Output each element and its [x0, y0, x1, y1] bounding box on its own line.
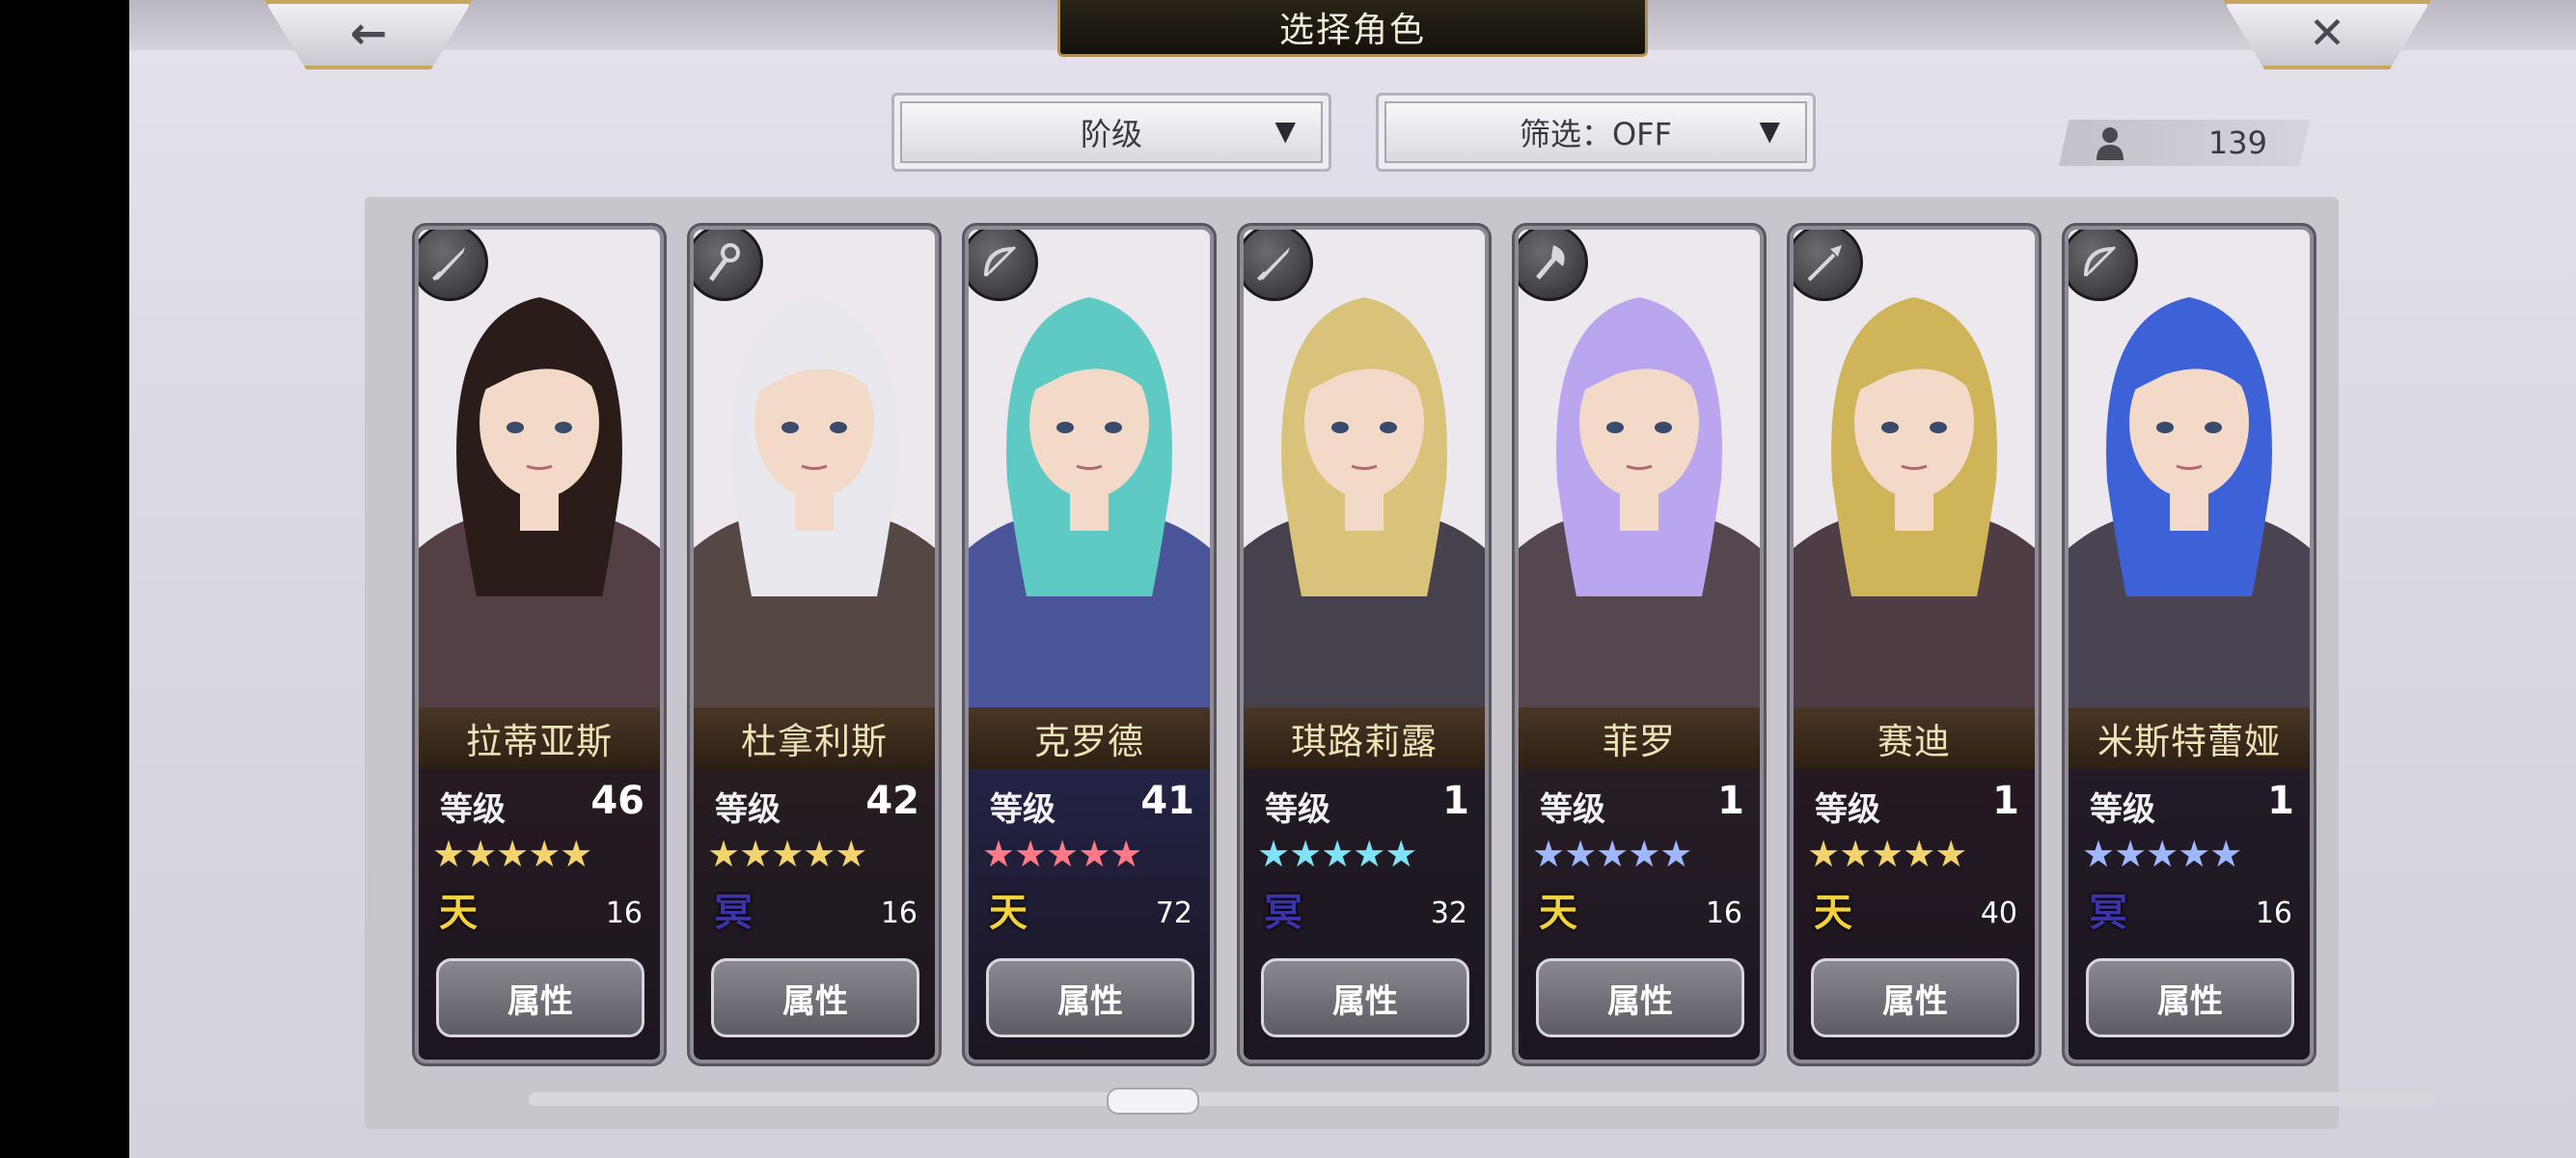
character-stats: 等级 1 ★★★★★ 冥 32 属性: [1244, 769, 1485, 1060]
character-name: 琪路莉露: [1244, 707, 1485, 769]
element-badge: 天: [1539, 891, 1577, 935]
level-label: 等级: [440, 790, 506, 829]
cost-value: 16: [880, 896, 918, 930]
character-card[interactable]: 克罗德 等级 41 ★★★★★ 天 72 属性: [969, 230, 1210, 1060]
character-portrait: [694, 230, 935, 707]
attributes-button[interactable]: 属性: [1261, 958, 1469, 1037]
element-badge: 冥: [2089, 891, 2127, 935]
attributes-button[interactable]: 属性: [2086, 958, 2294, 1037]
attributes-button[interactable]: 属性: [986, 958, 1194, 1037]
back-button[interactable]: ←: [264, 0, 473, 69]
attributes-button[interactable]: 属性: [1811, 958, 2019, 1037]
character-portrait: [1244, 230, 1485, 707]
rarity-stars: ★★★★★: [707, 833, 867, 875]
element-badge: 冥: [1264, 891, 1302, 935]
level-value: 1: [1442, 779, 1469, 823]
level-value: 1: [1717, 779, 1744, 823]
rank-sort-label: 阶级: [1080, 116, 1142, 152]
character-stats: 等级 42 ★★★★★ 冥 16 属性: [694, 769, 935, 1060]
rarity-stars: ★★★★★: [1807, 833, 1967, 875]
character-card[interactable]: 拉蒂亚斯 等级 46 ★★★★★ 天 16 属性: [419, 230, 660, 1060]
character-stats: 等级 1 ★★★★★ 天 16 属性: [1519, 769, 1760, 1060]
character-name: 杜拿利斯: [694, 707, 935, 769]
cost-value: 40: [1980, 896, 2017, 930]
element-badge: 天: [1814, 891, 1852, 935]
character-stats: 等级 41 ★★★★★ 天 72 属性: [969, 769, 1210, 1060]
rarity-stars: ★★★★★: [432, 833, 592, 875]
character-card[interactable]: 赛迪 等级 1 ★★★★★ 天 40 属性: [1794, 230, 2035, 1060]
level-label: 等级: [1815, 790, 1880, 829]
level-label: 等级: [2090, 790, 2155, 829]
character-select-screen: ← 选择角色 ✕ 阶级 ▼ 筛选：OFF ▼ 139 拉蒂亚斯 等级 46 ★★…: [129, 0, 2576, 1158]
cost-value: 16: [2255, 896, 2292, 930]
horizontal-scrollbar[interactable]: [529, 1092, 2435, 1106]
element-badge: 冥: [714, 891, 753, 935]
character-card[interactable]: 杜拿利斯 等级 42 ★★★★★ 冥 16 属性: [694, 230, 935, 1060]
character-count-value: 139: [2207, 124, 2267, 161]
filter-label: 筛选：OFF: [1519, 116, 1672, 152]
close-icon: ✕: [2308, 7, 2346, 59]
rarity-stars: ★★★★★: [1532, 833, 1692, 875]
level-value: 46: [590, 779, 644, 823]
character-portrait: [2069, 230, 2310, 707]
chevron-down-icon: ▼: [1274, 115, 1296, 147]
character-card[interactable]: 琪路莉露 等级 1 ★★★★★ 冥 32 属性: [1244, 230, 1485, 1060]
attributes-button[interactable]: 属性: [436, 958, 644, 1037]
person-icon: [2096, 127, 2124, 160]
character-card[interactable]: 米斯特蕾娅 等级 1 ★★★★★ 冥 16 属性: [2069, 230, 2310, 1060]
level-value: 41: [1140, 779, 1194, 823]
level-value: 42: [865, 779, 919, 823]
level-label: 等级: [715, 790, 781, 829]
cost-value: 16: [1705, 896, 1742, 930]
character-stats: 等级 1 ★★★★★ 天 40 属性: [1794, 769, 2035, 1060]
character-portrait: [1794, 230, 2035, 707]
page-title: 选择角色: [1057, 0, 1648, 57]
element-badge: 天: [439, 891, 478, 935]
character-name: 米斯特蕾娅: [2069, 707, 2310, 769]
attributes-button[interactable]: 属性: [711, 958, 919, 1037]
level-value: 1: [2267, 779, 2294, 823]
character-portrait: [1519, 230, 1760, 707]
character-name: 菲罗: [1519, 707, 1760, 769]
rarity-stars: ★★★★★: [1257, 833, 1417, 875]
close-button[interactable]: ✕: [2223, 0, 2431, 69]
attributes-button[interactable]: 属性: [1536, 958, 1744, 1037]
cost-value: 16: [605, 896, 643, 930]
cost-value: 72: [1155, 896, 1192, 930]
character-stats: 等级 46 ★★★★★ 天 16 属性: [419, 769, 660, 1060]
character-name: 拉蒂亚斯: [419, 707, 660, 769]
level-value: 1: [1992, 779, 2019, 823]
character-name: 克罗德: [969, 707, 1210, 769]
character-portrait: [969, 230, 1210, 707]
level-label: 等级: [990, 790, 1055, 829]
cost-value: 32: [1430, 896, 1467, 930]
scroll-thumb[interactable]: [1107, 1088, 1199, 1115]
level-label: 等级: [1540, 790, 1605, 829]
rarity-stars: ★★★★★: [982, 833, 1142, 875]
character-card[interactable]: 菲罗 等级 1 ★★★★★ 天 16 属性: [1519, 230, 1760, 1060]
character-stats: 等级 1 ★★★★★ 冥 16 属性: [2069, 769, 2310, 1060]
rank-sort-dropdown[interactable]: 阶级 ▼: [891, 93, 1331, 172]
character-name: 赛迪: [1794, 707, 2035, 769]
element-badge: 天: [989, 891, 1028, 935]
level-label: 等级: [1265, 790, 1330, 829]
character-count: 139: [2059, 120, 2310, 166]
chevron-down-icon: ▼: [1759, 115, 1780, 147]
character-portrait: [419, 230, 660, 707]
filter-dropdown[interactable]: 筛选：OFF ▼: [1376, 93, 1816, 172]
rarity-stars: ★★★★★: [2082, 833, 2242, 875]
back-arrow-icon: ←: [349, 7, 388, 59]
